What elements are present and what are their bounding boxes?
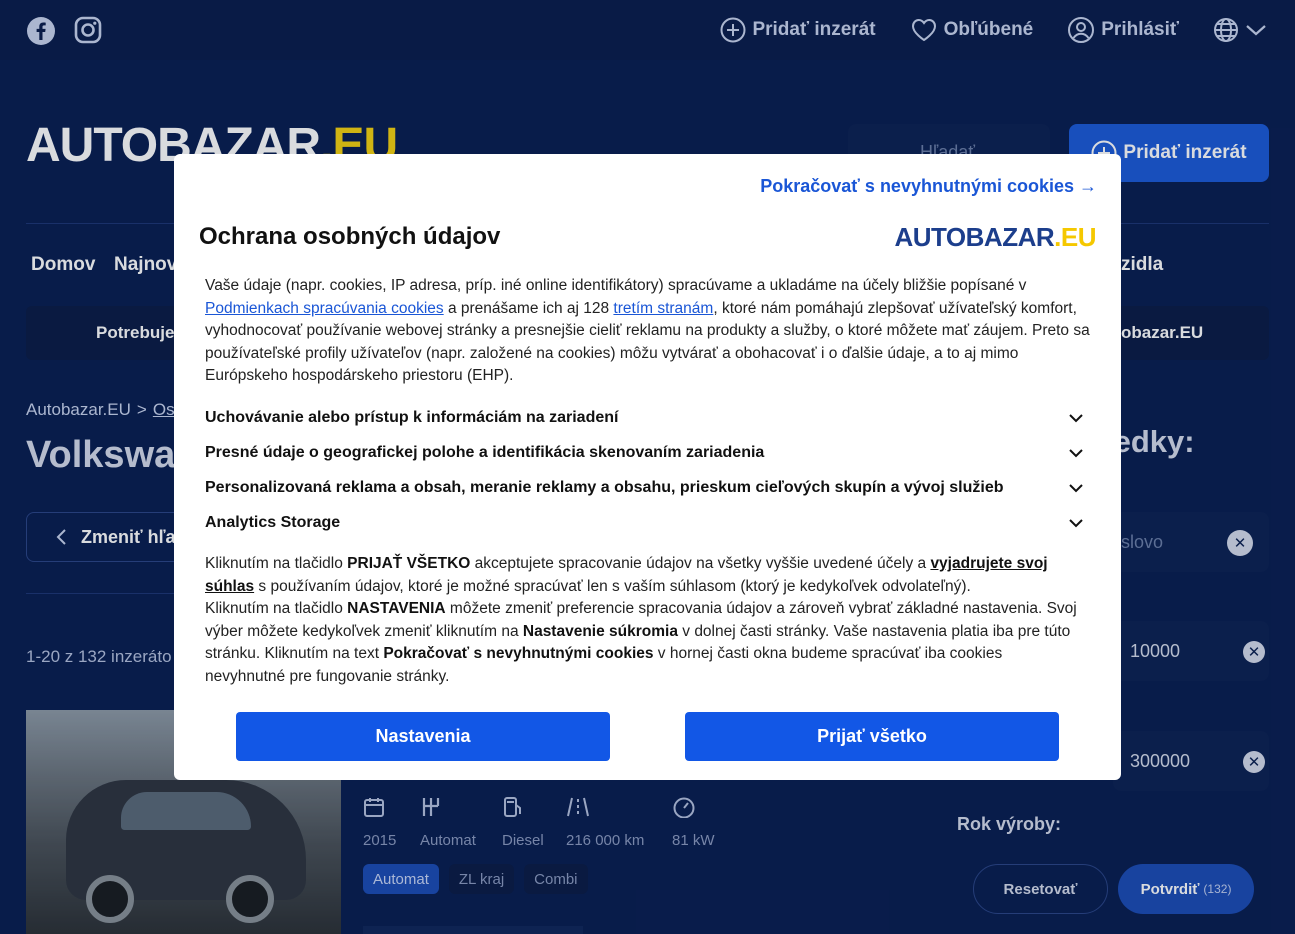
continue-necessary-cookies-link[interactable]: Pokračovať s nevyhnutnými cookies → xyxy=(760,176,1097,197)
chevron-down-icon xyxy=(1069,414,1083,423)
chevron-down-icon xyxy=(1069,449,1083,458)
purpose-device-storage[interactable]: Uchovávanie alebo prístup k informáciám … xyxy=(205,405,1085,431)
intro-text: Vaše údaje (napr. cookies, IP adresa, pr… xyxy=(205,275,1095,388)
modal-logo-main: AUTOBAZAR xyxy=(894,222,1055,252)
purpose-geolocation[interactable]: Presné údaje o geografickej polohe a ide… xyxy=(205,440,1085,466)
chevron-down-icon xyxy=(1069,519,1083,528)
purpose-label: Analytics Storage xyxy=(205,514,341,531)
chevron-down-icon xyxy=(1069,484,1083,493)
third-parties-link[interactable]: tretím stranám xyxy=(613,300,713,317)
consent-text-emphasis: Pokračovať s nevyhnutnými cookies xyxy=(383,645,654,662)
cookie-conditions-link[interactable]: Podmienkach spracúvania cookies xyxy=(205,300,444,317)
consent-text-part: s používaním údajov, ktoré je možné spra… xyxy=(254,577,971,595)
consent-text-part: Kliknutím na tlačidlo xyxy=(205,555,348,572)
consent-text-part: akceptujete spracovanie údajov na všetky… xyxy=(470,555,931,572)
consent-paragraph-settings: Kliknutím na tlačidlo NASTAVENIA môžete … xyxy=(205,598,1085,688)
purpose-personalized-ads[interactable]: Personalizovaná reklama a obsah, meranie… xyxy=(205,475,1085,501)
purpose-label: Uchovávanie alebo prístup k informáciám … xyxy=(205,409,619,426)
consent-text-part: Kliknutím na tlačidlo xyxy=(205,600,348,617)
settings-button[interactable]: Nastavenia xyxy=(236,712,610,761)
consent-text-emphasis: PRIJAŤ VŠETKO xyxy=(347,555,471,572)
intro-text-part: a prenášame ich aj 128 xyxy=(443,299,614,317)
accept-all-button-label: Prijať všetko xyxy=(817,726,927,746)
intro-text-part: Vaše údaje (napr. cookies, IP adresa, pr… xyxy=(205,277,1027,294)
purpose-analytics-storage[interactable]: Analytics Storage xyxy=(205,510,1085,536)
accept-all-button[interactable]: Prijať všetko xyxy=(685,712,1059,761)
modal-logo-suffix: .EU xyxy=(1054,222,1096,252)
consent-text-emphasis: Nastavenie súkromia xyxy=(522,622,678,640)
purpose-label: Personalizovaná reklama a obsah, meranie… xyxy=(205,479,1004,496)
modal-logo: AUTOBAZAR.EU xyxy=(894,222,1096,253)
purpose-label: Presné údaje o geografickej polohe a ide… xyxy=(205,444,765,461)
consent-text-emphasis: NASTAVENIA xyxy=(347,600,446,617)
settings-button-label: Nastavenia xyxy=(375,726,471,746)
consent-text: Kliknutím na tlačidlo PRIJAŤ VŠETKO akce… xyxy=(205,553,1085,688)
modal-title: Ochrana osobných údajov xyxy=(199,223,501,250)
cookie-consent-modal: Pokračovať s nevyhnutnými cookies → Ochr… xyxy=(174,154,1121,780)
consent-paragraph-accept: Kliknutím na tlačidlo PRIJAŤ VŠETKO akce… xyxy=(205,553,1085,598)
